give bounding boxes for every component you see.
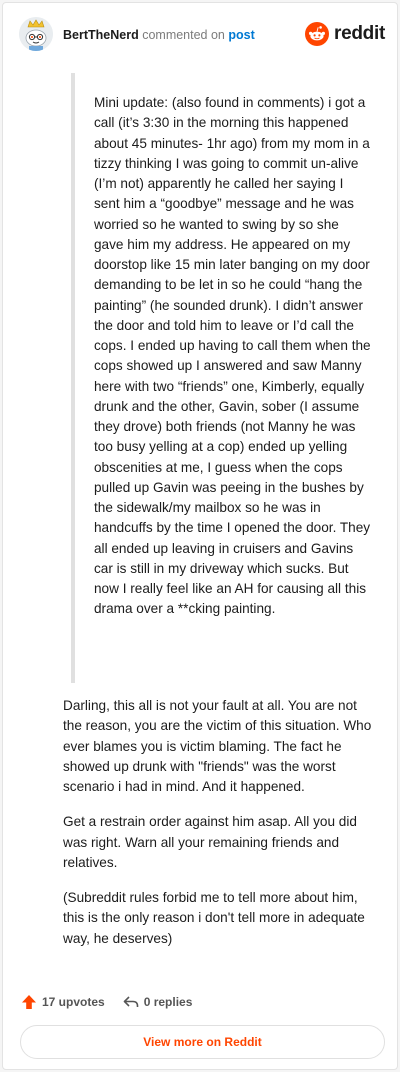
reddit-icon	[305, 22, 330, 46]
quoted-text: Mini update: (also found in comments) i …	[71, 73, 371, 683]
reply-count[interactable]: 0 replies	[123, 994, 193, 1010]
upvote-arrow-icon	[22, 995, 36, 1009]
comment-paragraph: Get a restrain order against him asap. A…	[63, 814, 357, 870]
comment-body: Darling, this all is not your fault at a…	[63, 696, 379, 964]
view-more-button[interactable]: View more on Reddit	[20, 1025, 385, 1059]
comment-paragraph: Darling, this all is not your fault at a…	[63, 698, 372, 794]
reddit-logo[interactable]: reddit	[305, 21, 385, 47]
snoo-avatar-icon	[19, 17, 53, 51]
reply-label: 0 replies	[143, 995, 193, 1009]
comment-card: BertTheNerd commented on post reddit Min…	[2, 2, 398, 1070]
comment-footer: 17 upvotes 0 replies	[21, 991, 210, 1013]
reddit-wordmark: reddit	[334, 23, 385, 44]
upvote-label: 17 upvotes	[42, 995, 105, 1009]
avatar[interactable]	[19, 17, 53, 51]
post-link[interactable]: post	[228, 28, 254, 42]
reply-arrow-icon	[123, 996, 139, 1007]
author-name[interactable]: BertTheNerd	[63, 28, 139, 42]
author-line: BertTheNerd commented on post	[63, 28, 255, 42]
comment-paragraph: (Subreddit rules forbid me to tell more …	[63, 890, 365, 946]
upvote-count[interactable]: 17 upvotes	[21, 994, 105, 1010]
quote-paragraph: Mini update: (also found in comments) i …	[94, 95, 371, 617]
action-text: commented on	[142, 28, 225, 42]
comment-header: BertTheNerd commented on post reddit	[19, 17, 385, 57]
